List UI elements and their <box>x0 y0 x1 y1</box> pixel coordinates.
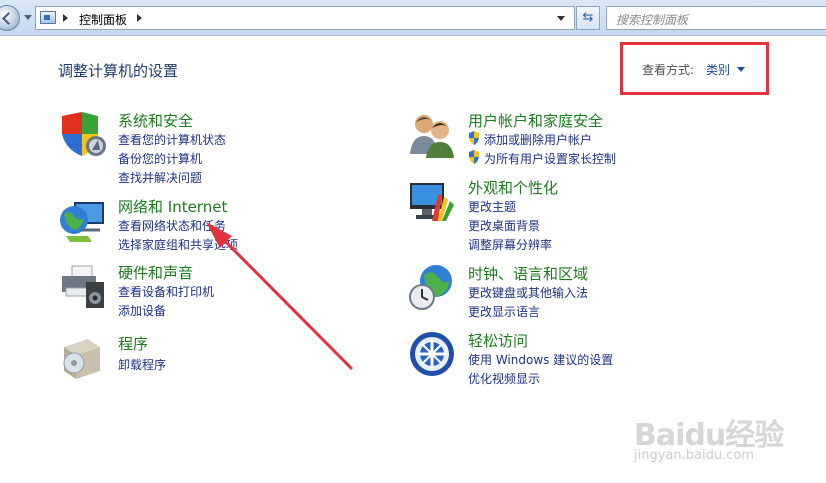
link-windows-recommended-settings[interactable]: 使用 Windows 建议的设置 <box>468 351 613 368</box>
view-mode-highlight: 查看方式: 类别 <box>620 42 769 95</box>
category-title[interactable]: 网络和 Internet <box>118 196 227 217</box>
category-title[interactable]: 硬件和声音 <box>118 262 193 283</box>
link-desktop-background[interactable]: 更改桌面背景 <box>468 217 540 234</box>
view-by-dropdown[interactable]: 类别 <box>706 61 730 78</box>
breadcrumb-arrow-icon[interactable] <box>137 14 142 22</box>
globe-network-icon[interactable] <box>58 196 106 244</box>
link-change-keyboard[interactable]: 更改键盘或其他输入法 <box>468 284 588 301</box>
address-bar[interactable]: 控制面板 <box>35 6 575 30</box>
link-add-device[interactable]: 添加设备 <box>118 302 166 319</box>
users-icon[interactable] <box>408 110 456 158</box>
program-box-icon[interactable] <box>58 333 106 381</box>
link-optimize-video-display[interactable]: 优化视频显示 <box>468 370 540 387</box>
page-title: 调整计算机的设置 <box>58 62 179 80</box>
refresh-icon: ⇆ <box>582 10 594 25</box>
address-dropdown-icon[interactable] <box>557 16 565 21</box>
address-toolbar: 控制面板 ⇆ 搜索控制面板 <box>0 0 826 36</box>
category-title[interactable]: 用户帐户和家庭安全 <box>468 110 603 131</box>
category-title[interactable]: 系统和安全 <box>118 110 193 131</box>
link-display-language[interactable]: 更改显示语言 <box>468 303 540 320</box>
link-homegroup-sharing[interactable]: 选择家庭组和共享选项 <box>118 236 238 253</box>
back-button-icon[interactable] <box>0 5 20 31</box>
shield-computer-icon[interactable] <box>58 110 106 158</box>
uac-shield-icon <box>469 131 479 145</box>
link-devices-printers[interactable]: 查看设备和打印机 <box>118 283 214 300</box>
category-title[interactable]: 时钟、语言和区域 <box>468 263 588 284</box>
refresh-button[interactable]: ⇆ <box>576 6 600 30</box>
view-by-label: 查看方式: <box>642 63 695 77</box>
monitor-palette-icon[interactable] <box>408 177 456 225</box>
link-parental-controls[interactable]: 为所有用户设置家长控制 <box>484 150 616 167</box>
link-view-computer-status[interactable]: 查看您的计算机状态 <box>118 131 226 148</box>
search-input[interactable]: 搜索控制面板 <box>606 6 826 30</box>
link-add-remove-accounts[interactable]: 添加或删除用户帐户 <box>484 131 592 148</box>
watermark-url: jingyan.baidu.com <box>634 448 754 463</box>
printer-speaker-icon[interactable] <box>58 262 106 310</box>
chevron-down-icon[interactable] <box>737 67 745 72</box>
control-panel-icon <box>40 11 56 24</box>
category-title[interactable]: 程序 <box>118 333 148 354</box>
breadcrumb-control-panel[interactable]: 控制面板 <box>79 11 127 28</box>
globe-clock-icon[interactable] <box>408 263 456 311</box>
link-change-theme[interactable]: 更改主题 <box>468 198 516 215</box>
link-uninstall-program[interactable]: 卸载程序 <box>118 356 166 373</box>
link-screen-resolution[interactable]: 调整屏幕分辨率 <box>468 236 552 253</box>
accessibility-icon[interactable] <box>408 330 456 378</box>
category-title[interactable]: 轻松访问 <box>468 330 528 351</box>
history-dropdown-icon[interactable] <box>24 15 32 20</box>
search-placeholder: 搜索控制面板 <box>616 13 689 27</box>
link-troubleshoot[interactable]: 查找并解决问题 <box>118 169 202 186</box>
uac-shield-icon <box>469 150 479 164</box>
link-network-status[interactable]: 查看网络状态和任务 <box>118 217 226 234</box>
link-backup-computer[interactable]: 备份您的计算机 <box>118 150 202 167</box>
category-title[interactable]: 外观和个性化 <box>468 177 558 198</box>
breadcrumb-arrow-icon[interactable] <box>63 14 68 22</box>
